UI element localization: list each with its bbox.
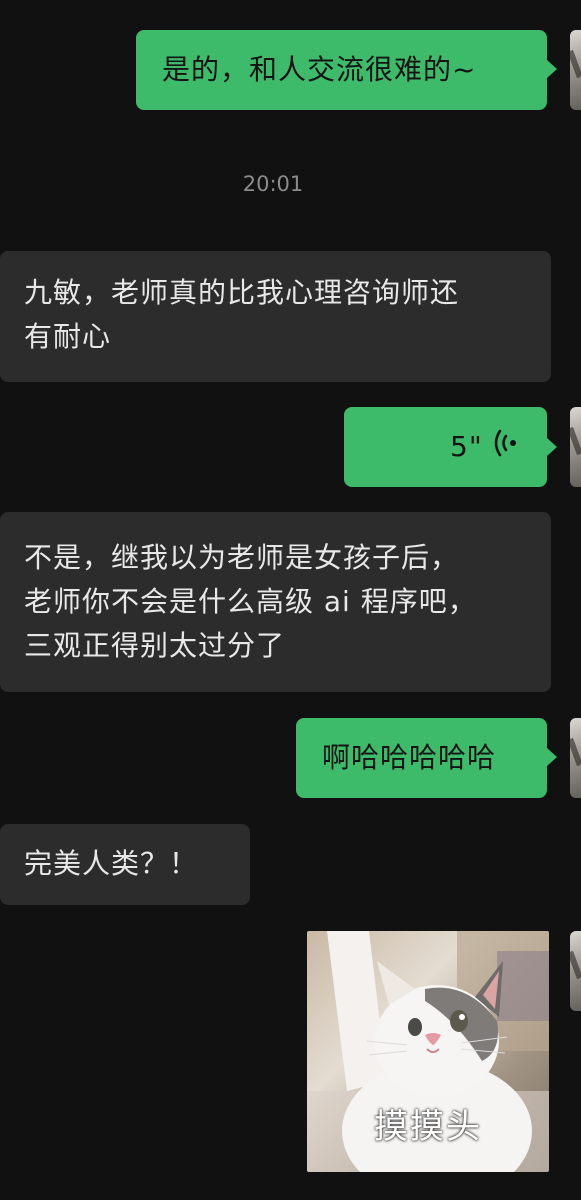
- message-text-line: 不是，继我以为老师是女孩子后，: [24, 541, 460, 574]
- user-avatar[interactable]: [570, 407, 581, 487]
- sticker-caption: 摸摸头: [374, 1107, 482, 1147]
- received-message-bubble[interactable]: 完美人类？！: [0, 824, 250, 905]
- message-text: 是的，和人交流很难的~: [162, 53, 477, 86]
- received-message-bubble[interactable]: 不是，继我以为老师是女孩子后， 老师你不会是什么高级 ai 程序吧， 三观正得别…: [0, 512, 551, 692]
- message-timestamp: 20:01: [242, 172, 304, 196]
- received-message-bubble[interactable]: 九敏，老师真的比我心理咨询师还 有耐心: [0, 251, 551, 382]
- bubble-tail: [547, 438, 557, 456]
- sent-message-bubble[interactable]: 是的，和人交流很难的~: [136, 30, 547, 110]
- message-text: 啊哈哈哈哈哈: [322, 741, 497, 774]
- bubble-tail: [547, 60, 557, 78]
- sent-message-bubble[interactable]: 啊哈哈哈哈哈: [296, 718, 547, 798]
- voice-duration: 5": [450, 430, 483, 463]
- user-avatar[interactable]: [570, 30, 581, 110]
- bubble-tail: [547, 748, 557, 766]
- message-text-line: 三观正得别太过分了: [24, 629, 286, 662]
- message-text-line: 有耐心: [24, 320, 112, 353]
- user-avatar[interactable]: [570, 931, 581, 1011]
- user-avatar[interactable]: [570, 718, 581, 798]
- voice-message-bubble[interactable]: 5": [344, 407, 547, 487]
- message-text: 完美人类？！: [24, 847, 199, 880]
- voice-wave-icon: [493, 426, 517, 470]
- cat-sticker-image[interactable]: 摸摸头: [307, 931, 549, 1172]
- message-text-line: 九敏，老师真的比我心理咨询师还: [24, 276, 460, 309]
- message-text-line: 老师你不会是什么高级 ai 程序吧，: [24, 585, 477, 618]
